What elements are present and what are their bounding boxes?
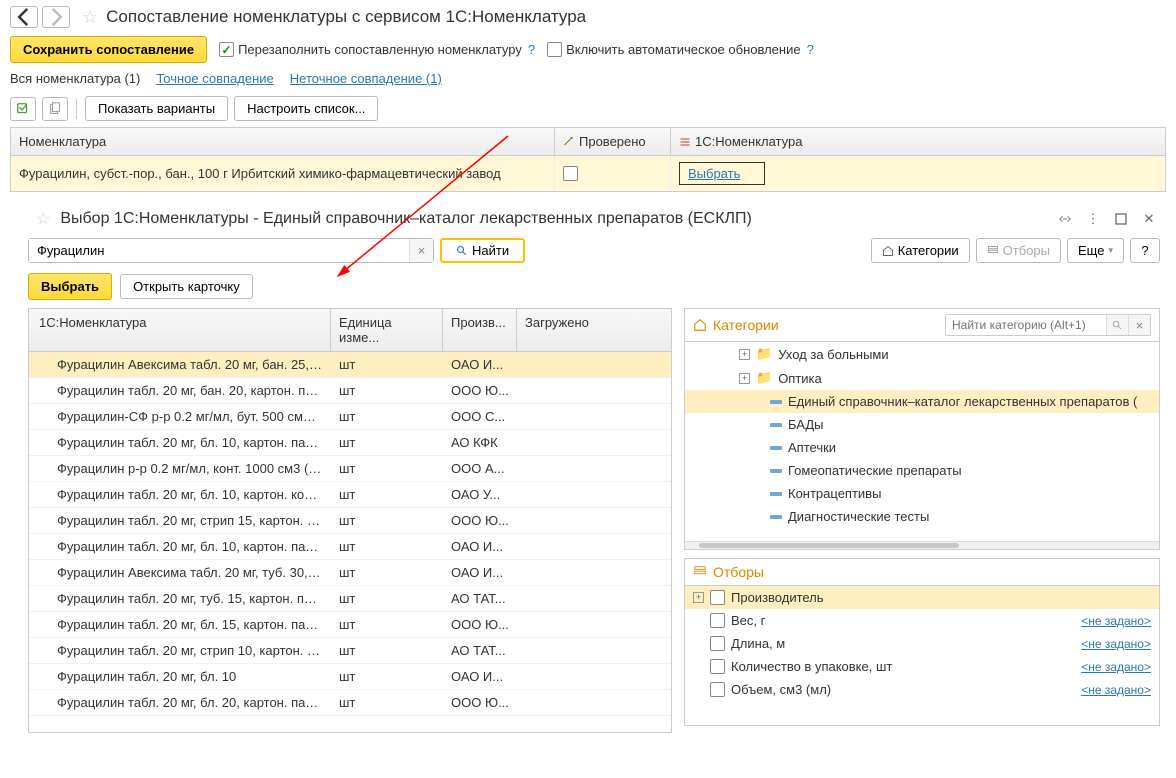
h-scrollbar[interactable] [685,541,1159,549]
search-input[interactable] [29,239,409,262]
refresh-green-button[interactable] [10,97,36,121]
list-item[interactable]: Фурацилин табл. 20 мг, бл. 15, картон. п… [29,612,671,638]
kebab-icon[interactable]: ⋮ [1082,208,1104,230]
filter-all[interactable]: Вся номенклатура (1) [10,71,140,86]
favorite-star-icon[interactable]: ☆ [82,7,98,28]
categories-button[interactable]: Категории [871,238,970,263]
category-item[interactable]: +📁Оптика [685,366,1159,390]
list-item[interactable]: Фурацилин-СФ р-р 0.2 мг/мл, бут. 500 см3… [29,404,671,430]
category-item[interactable]: +📁Уход за больными [685,342,1159,366]
list-item[interactable]: Фурацилин табл. 20 мг, бл. 10, картон. к… [29,482,671,508]
list-item[interactable]: Фурацилин табл. 20 мг, бл. 20, картон. п… [29,690,671,716]
pick-button[interactable]: Выбрать [28,273,112,300]
grid-col-1c[interactable]: 1С:Номенклатура [29,309,331,351]
page-title: Сопоставление номенклатуры с сервисом 1С… [106,7,586,27]
filter-value-link[interactable]: <не задано> [1081,683,1151,697]
list-item[interactable]: Фурацилин табл. 20 мг, бан. 20, картон. … [29,378,671,404]
filter-checkbox[interactable] [710,613,725,628]
grid-col-mfr[interactable]: Произв... [443,309,517,351]
category-item[interactable]: Аптечки [685,436,1159,459]
filter-checkbox[interactable] [710,682,725,697]
filter-fuzzy-link[interactable]: Неточное совпадение (1) [290,71,442,86]
link-icon[interactable] [1054,208,1076,230]
help-button[interactable]: ? [1130,238,1160,263]
row-select-link[interactable]: Выбрать [679,162,765,185]
category-item[interactable]: Диагностические тесты [685,505,1159,528]
list-item[interactable]: Фурацилин р-р 0.2 мг/мл, конт. 1000 см3 … [29,456,671,482]
maximize-icon[interactable] [1110,208,1132,230]
category-search-clear[interactable]: × [1128,315,1150,335]
filter-item[interactable]: Количество в упаковке, шт<не задано> [685,655,1159,678]
nav-back-button[interactable] [10,6,38,28]
category-search-input[interactable] [946,315,1106,335]
search-clear-button[interactable]: × [409,239,433,262]
grid-col-loaded[interactable]: Загружено [517,309,671,351]
show-variants-button[interactable]: Показать варианты [85,96,228,121]
filter-checkbox[interactable] [710,659,725,674]
refill-label: Перезаполнить сопоставленную номенклатур… [238,42,522,57]
category-item[interactable]: Единый справочник–каталог лекарственных … [685,390,1159,413]
filter-checkbox[interactable] [710,590,725,605]
col-1c-nomen[interactable]: 1С:Номенклатура [671,128,1165,155]
help-icon[interactable]: ? [528,42,535,57]
home-icon [693,318,707,332]
list-item[interactable]: Фурацилин табл. 20 мг, стрип 15, картон.… [29,508,671,534]
filters-button[interactable]: Отборы [976,238,1061,263]
row-nomen-name: Фурацилин, субст.-пор., бан., 100 г Ирби… [11,156,555,191]
auto-update-checkbox[interactable] [547,42,562,57]
filter-item[interactable]: Вес, г<не задано> [685,609,1159,632]
list-item[interactable]: Фурацилин табл. 20 мг, стрип 10, картон.… [29,638,671,664]
list-item[interactable]: Фурацилин табл. 20 мг, туб. 15, картон. … [29,586,671,612]
category-search-button[interactable] [1106,315,1128,335]
col-nomenclature[interactable]: Номенклатура [11,128,555,155]
filter-value-link[interactable]: <не задано> [1081,614,1151,628]
dialog-title: Выбор 1С:Номенклатуры - Единый справочни… [60,210,1048,228]
close-icon[interactable]: ✕ [1138,208,1160,230]
table-row[interactable]: Фурацилин, субст.-пор., бан., 100 г Ирби… [11,156,1165,191]
dialog-star-icon[interactable]: ☆ [36,209,50,229]
copy-button[interactable] [42,97,68,121]
category-item[interactable]: Контрацептивы [685,482,1159,505]
find-button[interactable]: Найти [440,238,525,263]
list-item[interactable]: Фурацилин табл. 20 мг, бл. 10, картон. п… [29,534,671,560]
grid-col-unit[interactable]: Единица изме... [331,309,443,351]
nav-forward-button[interactable] [42,6,70,28]
filter-value-link[interactable]: <не задано> [1081,637,1151,651]
save-matching-button[interactable]: Сохранить сопоставление [10,36,207,63]
filter-checkbox[interactable] [710,636,725,651]
more-button[interactable]: Еще ▾ [1067,238,1124,263]
help-icon[interactable]: ? [807,42,814,57]
col-checked[interactable]: Проверено [555,128,671,155]
category-item[interactable]: Гомеопатические препараты [685,459,1159,482]
list-item[interactable]: Фурацилин табл. 20 мг, бл. 10штОАО И... [29,664,671,690]
divider [76,99,77,119]
configure-list-button[interactable]: Настроить список... [234,96,378,121]
row-checked-checkbox[interactable] [563,166,578,181]
refill-checkbox[interactable] [219,42,234,57]
filter-icon [693,565,707,579]
filter-item[interactable]: Длина, м<не задано> [685,632,1159,655]
filter-item[interactable]: Объем, см3 (мл)<не задано> [685,678,1159,701]
list-item[interactable]: Фурацилин Авексима табл. 20 мг, бан. 25,… [29,352,671,378]
auto-update-label: Включить автоматическое обновление [566,42,801,57]
categories-title: Категории [713,317,779,333]
list-item[interactable]: Фурацилин Авексима табл. 20 мг, туб. 30,… [29,560,671,586]
open-card-button[interactable]: Открыть карточку [120,274,253,299]
category-item[interactable]: БАДы [685,413,1159,436]
filters-title: Отборы [713,564,764,580]
filter-value-link[interactable]: <не задано> [1081,660,1151,674]
filter-exact-link[interactable]: Точное совпадение [156,71,273,86]
filter-item[interactable]: +Производитель [685,586,1159,609]
list-item[interactable]: Фурацилин табл. 20 мг, бл. 10, картон. п… [29,430,671,456]
